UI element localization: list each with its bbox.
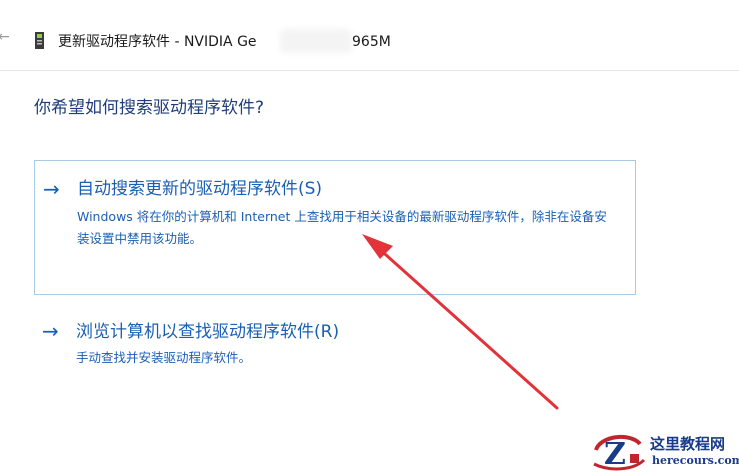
page-question: 你希望如何搜索驱动程序软件? [34,98,265,118]
browse-computer-option[interactable]: → 浏览计算机以查找驱动程序软件(R) 手动查找并安装驱动程序软件。 [34,316,636,376]
browse-computer-description: 手动查找并安装驱动程序软件。 [76,350,252,365]
back-arrow-icon[interactable]: ← [0,30,12,44]
auto-search-title: 自动搜索更新的驱动程序软件(S) [77,179,323,199]
window-title-suffix: 965M [352,34,391,50]
arrow-right-icon: → [43,177,60,201]
auto-search-option[interactable]: → 自动搜索更新的驱动程序软件(S) Windows 将在你的计算机和 Inte… [34,160,636,295]
arrow-right-icon: → [42,319,59,343]
display-adapter-icon [35,32,44,49]
window-title: 更新驱动程序软件 - NVIDIA Ge [58,34,257,50]
redaction-blur [280,29,352,53]
browse-computer-title: 浏览计算机以查找驱动程序软件(R) [76,322,340,342]
watermark-url: herecours.com [652,454,739,467]
watermark: Z 这里教程网 herecours.com [590,428,739,473]
auto-search-description: Windows 将在你的计算机和 Internet 上查找用于相关设备的最新驱动… [77,209,607,246]
watermark-logo-icon: Z [593,434,646,472]
title-bar: ← 更新驱动程序软件 - NVIDIA Ge 965M [0,0,739,71]
watermark-title: 这里教程网 [650,435,726,453]
